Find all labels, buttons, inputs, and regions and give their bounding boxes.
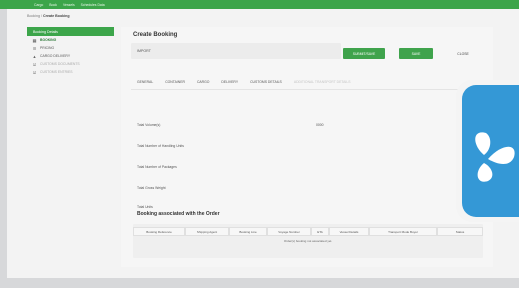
save-button[interactable]: SAVE [399,48,433,59]
table-header[interactable]: Booking Line [229,227,267,236]
top-nav-bar: Cargo Book Vessels Schedules Data [0,0,519,9]
tab-divider [131,89,483,90]
field-label: Total Gross Weight [137,186,166,190]
check-icon: ☑ [32,61,37,67]
sidebar-item-label: CARGO DELIVERY [40,54,71,58]
table-header[interactable]: ETA [311,227,329,236]
breadcrumb-parent[interactable]: Booking [27,14,40,18]
table-header[interactable]: Status [437,227,483,236]
page-title: Create Booking [133,32,178,38]
table-header[interactable]: Shipping Agent [185,227,229,236]
section-title: Booking associated with the Order [137,211,220,217]
document-icon: ▤ [32,37,37,43]
booking-type-select[interactable]: IMPORT [131,43,341,59]
sidebar-item-label: BOOKING [40,38,57,42]
warning-icon: ▲ [32,53,37,59]
sidebar-item-booking[interactable]: ▤ BOOKING [27,36,114,44]
bookings-table: Booking Reference Shipping Agent Booking… [133,224,483,258]
sidebar-item-customs-documents[interactable]: ☑ CUSTOMS DOCUMENTS [27,60,114,68]
sidebar-item-customs-entries[interactable]: ☑ CUSTOMS ENTRIES [27,68,114,76]
tab-customs-details[interactable]: CUSTOMS DETAILS [244,78,288,86]
main-panel: Create Booking IMPORT SUBMIT/SAVE SAVE C… [121,27,493,267]
close-button[interactable]: CLOSE [443,48,483,59]
tab-general[interactable]: GENERAL [131,78,159,86]
submit-save-button[interactable]: SUBMIT/SAVE [343,48,385,59]
booking-type-value: IMPORT [137,49,151,53]
butterfly-logo-icon [462,85,519,217]
breadcrumb-current: Create Booking [43,14,70,18]
tab-container[interactable]: CONTAINER [159,78,191,86]
field-label: Total Volume(s) [137,123,161,127]
field-label: Total Number of Handling Units [137,144,184,148]
sidebar-item-cargo-delivery[interactable]: ▲ CARGO DELIVERY [27,52,114,60]
table-header[interactable]: Booking Reference [133,227,185,236]
top-nav-item[interactable]: Cargo [34,3,43,7]
sidebar-header: Booking Details [27,27,114,36]
top-nav-item[interactable]: Book [49,3,57,7]
breadcrumb: Booking / Create Booking [27,14,70,18]
field-value: 0000 [316,123,324,127]
sidebar-item-pricing[interactable]: ☰ PRICING [27,44,114,52]
field-label: Total Units [137,205,153,209]
table-header[interactable]: Vessel Details [329,227,369,236]
table-empty-message: Order(s) booking not associated yet. [283,239,333,243]
tab-cargo[interactable]: CARGO [191,78,215,86]
sidebar-item-label: CUSTOMS ENTRIES [40,70,73,74]
tab-additional-transport[interactable]: ADDITIONAL TRANSPORT DETAILS [288,78,357,86]
field-label: Total Number of Packages [137,165,177,169]
top-nav-item[interactable]: Schedules Data [81,3,105,7]
table-header[interactable]: Transport Mode Buyer [369,227,437,236]
table-header-row: Booking Reference Shipping Agent Booking… [133,227,483,236]
tab-delivery[interactable]: DELIVERY [215,78,244,86]
tab-bar: GENERAL CONTAINER CARGO DELIVERY CUSTOMS… [131,78,357,86]
sidebar-item-label: PRICING [40,46,55,50]
table-header[interactable]: Voyage Number [267,227,311,236]
sidebar: Booking Details ▤ BOOKING ☰ PRICING ▲ CA… [27,27,114,267]
sidebar-item-label: CUSTOMS DOCUMENTS [40,62,80,66]
top-nav-item[interactable]: Vessels [63,3,75,7]
list-icon: ☰ [32,45,37,51]
check-icon: ☑ [32,69,37,75]
